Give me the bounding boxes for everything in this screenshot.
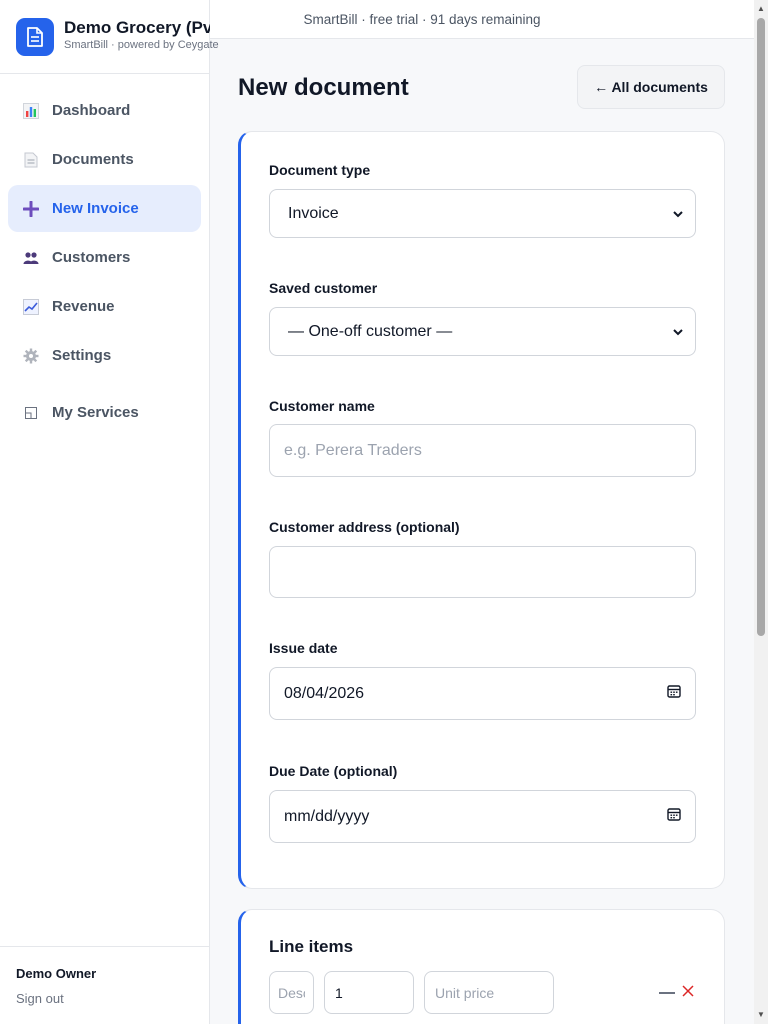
trial-banner: SmartBill · free trial · 91 days remaini… <box>210 0 754 39</box>
line-total-dash <box>659 992 675 994</box>
sidebar-item-new-invoice[interactable]: New Invoice <box>8 185 201 232</box>
chevron-down-icon <box>673 323 683 341</box>
remove-line-item-icon[interactable] <box>682 983 694 1001</box>
customer-address-label: Customer address (optional) <box>269 519 460 535</box>
sidebar-item-label: My Services <box>52 404 139 421</box>
services-icon <box>22 404 40 422</box>
customer-name-input[interactable] <box>284 441 681 460</box>
scroll-up-arrow-icon[interactable]: ▲ <box>757 4 765 13</box>
issue-date-label: Issue date <box>269 640 338 656</box>
bar-chart-icon <box>22 102 40 120</box>
sidebar-item-label: New Invoice <box>52 200 139 217</box>
document-type-label: Document type <box>269 162 371 178</box>
scroll-down-arrow-icon[interactable]: ▼ <box>757 1010 765 1019</box>
line-items-title: Line items <box>269 937 354 956</box>
customer-name-field[interactable] <box>269 424 696 477</box>
customer-address-input[interactable] <box>284 563 681 581</box>
saved-customer-label: Saved customer <box>269 280 378 296</box>
line-item-quantity-field[interactable] <box>324 971 414 1014</box>
sidebar-item-label: Settings <box>52 347 112 364</box>
document-icon <box>22 151 40 169</box>
due-date-field[interactable]: mm/dd/yyyy <box>269 790 696 843</box>
user-name: Demo Owner <box>16 966 97 981</box>
sidebar-item-label: Customers <box>52 249 131 266</box>
document-type-value: Invoice <box>288 204 339 222</box>
sign-out-link[interactable]: Sign out <box>16 991 64 1006</box>
due-date-label: Due Date (optional) <box>269 763 398 779</box>
customer-name-label: Customer name <box>269 398 375 414</box>
document-type-select[interactable]: Invoice <box>269 189 696 238</box>
sidebar-item-label: Revenue <box>52 298 115 315</box>
sidebar-item-my-services[interactable]: My Services <box>8 389 201 436</box>
sidebar: Demo Grocery (Pvt) Ltd SmartBill · power… <box>0 0 255 1024</box>
page-title: New document <box>238 74 409 101</box>
saved-customer-value: — One-off customer — <box>288 322 453 340</box>
brand-subtitle: SmartBill · powered by Ceygate <box>64 39 219 51</box>
all-documents-button[interactable]: ← All documents <box>577 65 725 109</box>
line-item-unit-price-field[interactable] <box>424 971 554 1014</box>
line-item-quantity-input[interactable] <box>335 984 403 1001</box>
sidebar-item-customers[interactable]: Customers <box>8 234 201 281</box>
invoice-logo-icon <box>16 18 54 56</box>
trial-status-text: SmartBill · free trial · 91 days remaini… <box>303 11 541 27</box>
people-icon <box>22 249 40 267</box>
due-date-value: mm/dd/yyyy <box>284 807 370 825</box>
sidebar-item-label: Dashboard <box>52 102 131 119</box>
saved-customer-select[interactable]: — One-off customer — <box>269 307 696 356</box>
gear-icon <box>22 347 40 365</box>
issue-date-value: 08/04/2026 <box>284 684 365 702</box>
customer-address-field[interactable] <box>269 546 696 598</box>
issue-date-field[interactable]: 08/04/2026 <box>269 667 696 720</box>
trend-chart-icon <box>22 298 40 316</box>
sidebar-item-documents[interactable]: Documents <box>8 136 201 183</box>
line-item-unit-price-input[interactable] <box>435 984 543 1001</box>
plus-icon <box>22 200 40 218</box>
sidebar-footer: Demo Owner Sign out <box>0 946 209 1024</box>
line-item-description-input[interactable] <box>278 984 305 1001</box>
calendar-icon[interactable] <box>667 684 681 703</box>
sidebar-item-revenue[interactable]: Revenue <box>8 283 201 330</box>
brand-header: Demo Grocery (Pvt) Ltd SmartBill · power… <box>0 0 255 74</box>
sidebar-item-settings[interactable]: Settings <box>8 332 201 379</box>
calendar-icon[interactable] <box>667 807 681 826</box>
chevron-down-icon <box>673 205 683 223</box>
scrollbar-thumb[interactable] <box>757 18 765 636</box>
sidebar-item-dashboard[interactable]: Dashboard <box>8 87 201 134</box>
sidebar-item-label: Documents <box>52 151 134 168</box>
line-item-description-field[interactable] <box>269 971 314 1014</box>
